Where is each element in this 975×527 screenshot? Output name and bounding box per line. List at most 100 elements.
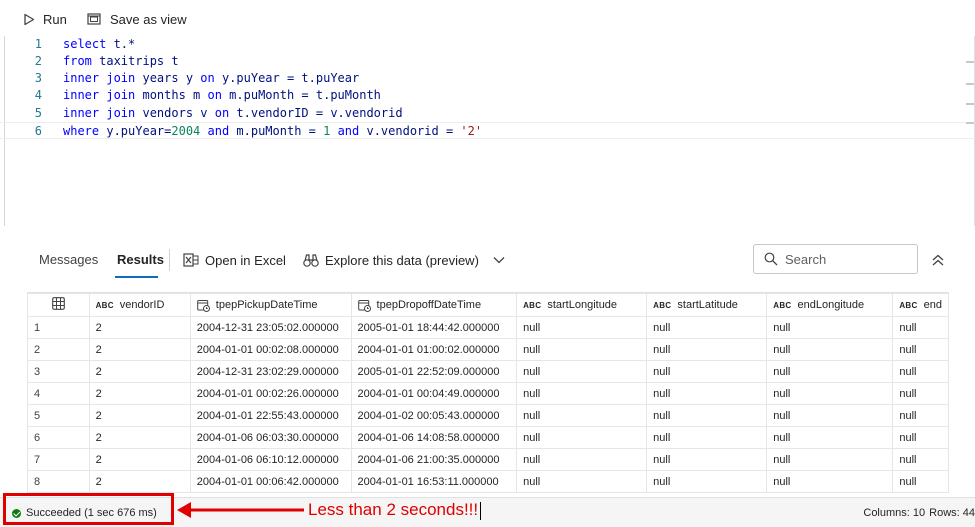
table-cell[interactable]: null	[516, 360, 648, 383]
table-cell[interactable]: null	[646, 382, 768, 405]
table-cell[interactable]: 2004-01-06 21:00:35.000000	[350, 448, 518, 471]
table-cell[interactable]: null	[892, 360, 949, 383]
column-header[interactable]: ABC startLatitude	[646, 293, 768, 317]
table-cell[interactable]: 2004-01-01 00:06:42.000000	[189, 470, 352, 493]
table-cell[interactable]: 2005-01-01 22:52:09.000000	[350, 360, 518, 383]
table-cell[interactable]: null	[892, 382, 949, 405]
table-cell[interactable]: 2004-01-01 00:02:08.000000	[189, 338, 352, 361]
table-cell[interactable]: null	[646, 360, 768, 383]
code-line[interactable]: 4 inner join months m on m.puMonth = t.pu…	[0, 87, 975, 104]
run-button[interactable]: Run	[23, 9, 67, 29]
collapse-results-button[interactable]	[928, 250, 948, 270]
save-as-view-button[interactable]: Save as view	[87, 9, 187, 29]
table-cell[interactable]: null	[646, 316, 768, 339]
table-row[interactable]: 2 2 2004-01-01 00:02:08.000000 2004-01-01 0…	[27, 338, 949, 361]
row-number-cell[interactable]: 4	[27, 382, 90, 405]
sql-editor[interactable]: 1 select t.* 2 from taxitrips t 3 inner join …	[0, 36, 975, 226]
table-cell[interactable]: null	[516, 316, 648, 339]
table-row[interactable]: 5 2 2004-01-01 22:55:43.000000 2004-01-02 0…	[27, 404, 949, 427]
table-cell[interactable]: null	[516, 338, 648, 361]
table-cell[interactable]: null	[892, 404, 949, 427]
table-cell[interactable]: null	[646, 448, 768, 471]
table-cell[interactable]: null	[646, 404, 768, 427]
row-number-cell[interactable]: 3	[27, 360, 90, 383]
table-cell[interactable]: 2	[88, 470, 191, 493]
table-cell[interactable]: 2	[88, 382, 191, 405]
table-cell[interactable]: null	[646, 470, 768, 493]
table-cell[interactable]: 2004-01-01 00:02:26.000000	[189, 382, 352, 405]
select-all-cell[interactable]	[27, 293, 90, 317]
table-cell[interactable]: 2004-01-02 00:05:43.000000	[350, 404, 518, 427]
table-cell[interactable]: 2004-12-31 23:05:02.000000	[189, 316, 352, 339]
table-cell[interactable]: 2005-01-01 18:44:42.000000	[350, 316, 518, 339]
table-cell[interactable]: 2004-01-06 06:10:12.000000	[189, 448, 352, 471]
code-line[interactable]: 5 inner join vendors v on t.vendorID = v.…	[0, 105, 975, 122]
table-cell[interactable]: 2004-01-01 00:04:49.000000	[350, 382, 518, 405]
tab-messages[interactable]: Messages	[39, 252, 98, 267]
table-row[interactable]: 4 2 2004-01-01 00:02:26.000000 2004-01-01 0…	[27, 382, 949, 405]
row-number-cell[interactable]: 5	[27, 404, 90, 427]
table-cell[interactable]: null	[516, 382, 648, 405]
chevron-down-icon[interactable]	[493, 256, 505, 264]
table-cell[interactable]: 2004-01-06 14:08:58.000000	[350, 426, 518, 449]
table-cell[interactable]: 2004-01-06 06:03:30.000000	[189, 426, 352, 449]
table-cell[interactable]: null	[892, 338, 949, 361]
results-header: Messages Results Open in Excel Explore t…	[0, 236, 975, 288]
table-cell[interactable]: null	[766, 360, 894, 383]
column-header[interactable]: ABC startLongitude	[516, 293, 648, 317]
column-header[interactable]: ABC end	[892, 293, 949, 317]
table-cell[interactable]: 2004-12-31 23:02:29.000000	[189, 360, 352, 383]
row-number-cell[interactable]: 7	[27, 448, 90, 471]
column-header[interactable]: ABC endLongitude	[766, 293, 894, 317]
table-cell[interactable]: 2	[88, 360, 191, 383]
table-cell[interactable]: null	[766, 470, 894, 493]
table-cell[interactable]: null	[892, 316, 949, 339]
code-line[interactable]: 2 from taxitrips t	[0, 53, 975, 70]
code-line[interactable]: 3 inner join years y on y.puYear = t.puYe…	[0, 70, 975, 87]
table-cell[interactable]: null	[516, 448, 648, 471]
results-grid[interactable]: ABC vendorID tpepPickupDateTime tpepDropoff…	[27, 292, 949, 497]
table-row[interactable]: 6 2 2004-01-06 06:03:30.000000 2004-01-06 1…	[27, 426, 949, 449]
row-number-cell[interactable]: 1	[27, 316, 90, 339]
code-line[interactable]: 6 where y.puYear=2004 and m.puMonth = 1 a…	[0, 122, 975, 139]
table-cell[interactable]: 2004-01-01 22:55:43.000000	[189, 404, 352, 427]
column-header[interactable]: tpepDropoffDateTime	[350, 293, 518, 317]
table-cell[interactable]: null	[892, 448, 949, 471]
table-cell[interactable]: null	[766, 448, 894, 471]
code-token: on	[214, 106, 230, 120]
grid-icon	[51, 297, 65, 310]
table-cell[interactable]: 2	[88, 426, 191, 449]
table-cell[interactable]: null	[766, 426, 894, 449]
open-in-excel-button[interactable]: Open in Excel	[183, 250, 286, 270]
table-row[interactable]: 1 2 2004-12-31 23:05:02.000000 2005-01-01 1…	[27, 316, 949, 339]
table-cell[interactable]: null	[646, 338, 768, 361]
table-cell[interactable]: null	[646, 426, 768, 449]
table-cell[interactable]: null	[766, 404, 894, 427]
table-row[interactable]: 3 2 2004-12-31 23:02:29.000000 2005-01-01 2…	[27, 360, 949, 383]
table-cell[interactable]: null	[892, 426, 949, 449]
column-header[interactable]: tpepPickupDateTime	[189, 293, 352, 317]
table-cell[interactable]: 2	[88, 448, 191, 471]
table-cell[interactable]: null	[516, 404, 648, 427]
code-line[interactable]: 1 select t.*	[0, 36, 975, 53]
table-row[interactable]: 7 2 2004-01-06 06:10:12.000000 2004-01-06 2…	[27, 448, 949, 471]
table-cell[interactable]: null	[766, 382, 894, 405]
table-cell[interactable]: null	[766, 338, 894, 361]
table-cell[interactable]: 2004-01-01 16:53:11.000000	[350, 470, 518, 493]
table-cell[interactable]: null	[516, 470, 648, 493]
table-row[interactable]: 8 2 2004-01-01 00:06:42.000000 2004-01-01 1…	[27, 470, 949, 493]
row-number-cell[interactable]: 8	[27, 470, 90, 493]
table-cell[interactable]: null	[892, 470, 949, 493]
explore-data-button[interactable]: Explore this data (preview)	[303, 250, 511, 270]
search-input[interactable]: Search	[753, 244, 918, 274]
row-number-cell[interactable]: 2	[27, 338, 90, 361]
row-number-cell[interactable]: 6	[27, 426, 90, 449]
table-cell[interactable]: 2	[88, 404, 191, 427]
table-cell[interactable]: 2	[88, 338, 191, 361]
tab-results[interactable]: Results	[117, 252, 164, 267]
table-cell[interactable]: 2004-01-01 01:00:02.000000	[350, 338, 518, 361]
column-header[interactable]: ABC vendorID	[88, 293, 191, 317]
table-cell[interactable]: 2	[88, 316, 191, 339]
table-cell[interactable]: null	[516, 426, 648, 449]
table-cell[interactable]: null	[766, 316, 894, 339]
